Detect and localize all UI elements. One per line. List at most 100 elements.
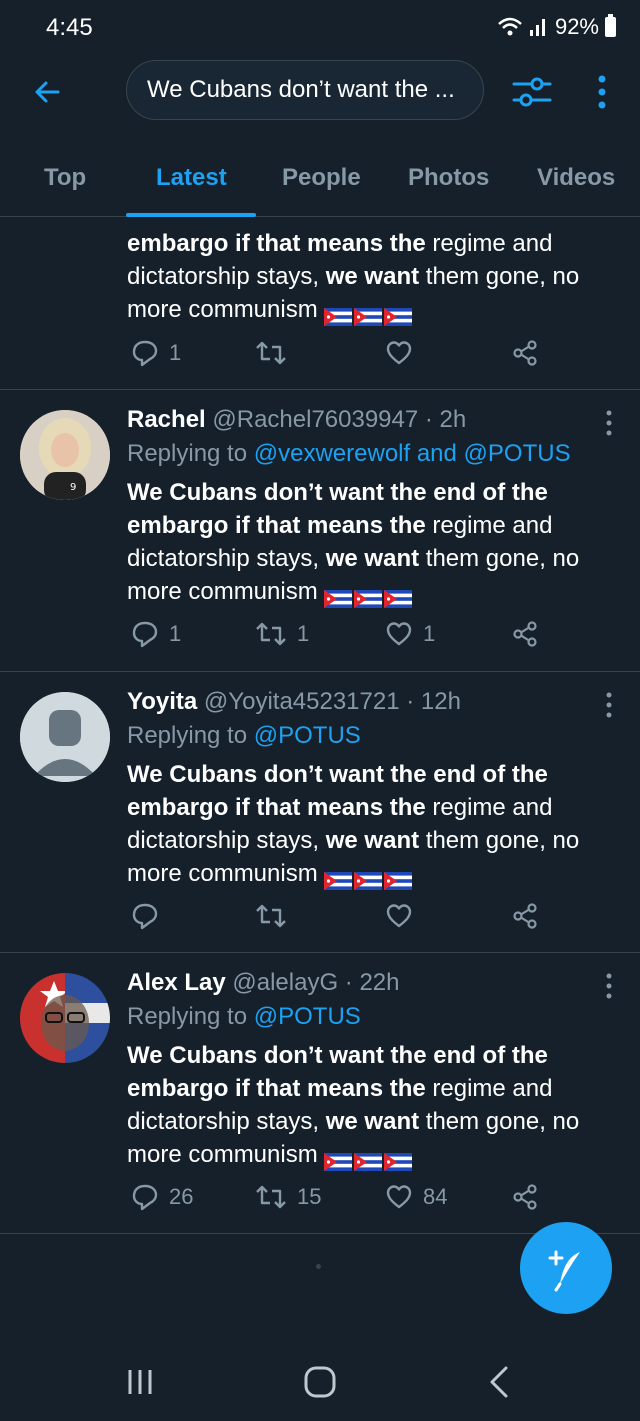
like-icon	[385, 339, 413, 367]
cuba-flag-icon	[323, 302, 352, 326]
tab-videos[interactable]: Videos	[537, 164, 615, 192]
cuba-flag-icon	[353, 1147, 382, 1171]
share-button[interactable]	[511, 902, 539, 930]
display-name[interactable]: Alex Lay	[127, 969, 226, 996]
more-vertical-icon[interactable]	[590, 72, 614, 112]
share-icon	[511, 902, 539, 930]
tweet-text: embargo if that means the regime and dic…	[127, 227, 607, 326]
display-name[interactable]: Yoyita	[127, 688, 197, 715]
battery-percent: 92%	[554, 14, 599, 39]
cuba-flag-icon	[353, 866, 382, 890]
reply-icon	[131, 1183, 159, 1211]
reply-button[interactable]: 1	[131, 620, 181, 648]
reply-icon	[131, 339, 159, 367]
tweet-actions: 26 15 84	[127, 1183, 607, 1219]
search-header: We Cubans don’t want the ...	[0, 60, 640, 122]
retweet-icon	[255, 1183, 287, 1211]
wifi-icon	[498, 17, 522, 36]
tweet-header: Alex Lay @alelayG · 22h	[127, 969, 400, 997]
handle-time: @Rachel76039947 · 2h	[212, 406, 467, 433]
tweet-text: We Cubans don’t want the end of the emba…	[127, 476, 607, 608]
tweet-rachel[interactable]: 9 Rachel @Rachel76039947 · 2h Replying t…	[0, 390, 640, 672]
mention-link[interactable]: @vexwerewolf and @POTUS	[254, 440, 571, 467]
search-tabs: Top Latest People Photos Videos	[0, 150, 640, 217]
cuba-flag-icon	[383, 584, 412, 608]
cuba-flag-icon	[323, 866, 352, 890]
search-query: We Cubans don’t want the ...	[147, 76, 455, 103]
mention-link[interactable]: @POTUS	[254, 1003, 361, 1030]
retweet-button[interactable]: 1	[255, 620, 309, 648]
retweet-button[interactable]	[255, 902, 297, 930]
share-button[interactable]	[511, 1183, 539, 1211]
retweet-button[interactable]: 15	[255, 1183, 321, 1211]
tab-people[interactable]: People	[282, 164, 361, 192]
compose-icon	[548, 1250, 580, 1292]
tweet-header: Rachel @Rachel76039947 · 2h	[127, 406, 466, 434]
cuba-flag-icon	[323, 1147, 352, 1171]
avatar[interactable]	[20, 692, 110, 782]
tweet-header: Yoyita @Yoyita45231721 · 12h	[127, 688, 461, 716]
replying-to: Replying to @POTUS	[127, 722, 361, 749]
like-button[interactable]: 84	[385, 1183, 447, 1211]
like-icon	[385, 620, 413, 648]
home-icon[interactable]	[300, 1362, 340, 1402]
tweet-text: We Cubans don’t want the end of the emba…	[127, 758, 607, 890]
tweet-more-icon[interactable]	[604, 690, 614, 720]
replying-to: Replying to @POTUS	[127, 1003, 361, 1030]
share-button[interactable]	[511, 339, 539, 367]
filter-icon[interactable]	[510, 72, 554, 112]
reply-button[interactable]	[131, 902, 169, 930]
share-button[interactable]	[511, 620, 539, 648]
like-icon	[385, 902, 413, 930]
avatar[interactable]	[20, 973, 110, 1063]
avatar[interactable]: 9	[20, 410, 110, 500]
like-button[interactable]	[385, 902, 423, 930]
like-button[interactable]: 1	[385, 620, 435, 648]
back-arrow-icon[interactable]	[28, 72, 68, 112]
reply-button[interactable]: 26	[131, 1183, 193, 1211]
compose-tweet-button[interactable]	[520, 1222, 612, 1314]
tweet-alex-lay[interactable]: Alex Lay @alelayG · 22h Replying to @POT…	[0, 953, 640, 1234]
share-icon	[511, 339, 539, 367]
share-icon	[511, 620, 539, 648]
like-icon	[385, 1183, 413, 1211]
status-bar: 4:45 92%	[0, 0, 640, 56]
cuba-flag-icon	[353, 302, 382, 326]
tweet-partial[interactable]: embargo if that means the regime and dic…	[0, 217, 640, 390]
cuba-flags	[323, 866, 412, 890]
reply-icon	[131, 620, 159, 648]
recent-apps-icon[interactable]	[120, 1362, 160, 1402]
mention-link[interactable]: @POTUS	[254, 722, 361, 749]
reply-icon	[131, 902, 159, 930]
handle-time: @alelayG · 22h	[232, 969, 400, 996]
status-time: 4:45	[46, 14, 93, 41]
tab-top[interactable]: Top	[44, 164, 86, 192]
tweet-more-icon[interactable]	[604, 971, 614, 1001]
search-input[interactable]: We Cubans don’t want the ...	[126, 60, 484, 120]
cuba-flags	[323, 1147, 412, 1171]
handle-time: @Yoyita45231721 · 12h	[203, 688, 461, 715]
cuba-flag-icon	[383, 302, 412, 326]
like-button[interactable]	[385, 339, 423, 367]
cuba-flag-icon	[323, 584, 352, 608]
tweet-feed[interactable]: embargo if that means the regime and dic…	[0, 217, 640, 1340]
cuba-flags	[323, 302, 412, 326]
system-nav-bar	[0, 1342, 640, 1421]
battery-icon	[605, 14, 616, 37]
cuba-flag-icon	[383, 866, 412, 890]
tweet-text: We Cubans don’t want the end of the emba…	[127, 1039, 607, 1171]
tab-photos[interactable]: Photos	[408, 164, 489, 192]
nav-back-icon[interactable]	[480, 1362, 520, 1402]
tab-latest[interactable]: Latest	[156, 164, 227, 192]
cuba-flags	[323, 584, 412, 608]
loading-indicator	[316, 1264, 321, 1269]
display-name[interactable]: Rachel	[127, 406, 206, 433]
retweet-icon	[255, 902, 287, 930]
tweet-more-icon[interactable]	[604, 408, 614, 438]
tweet-actions: 1	[127, 339, 607, 375]
reply-button[interactable]: 1	[131, 339, 181, 367]
tweet-yoyita[interactable]: Yoyita @Yoyita45231721 · 12h Replying to…	[0, 672, 640, 953]
retweet-button[interactable]	[255, 339, 297, 367]
svg-text:9: 9	[70, 482, 76, 493]
retweet-icon	[255, 620, 287, 648]
